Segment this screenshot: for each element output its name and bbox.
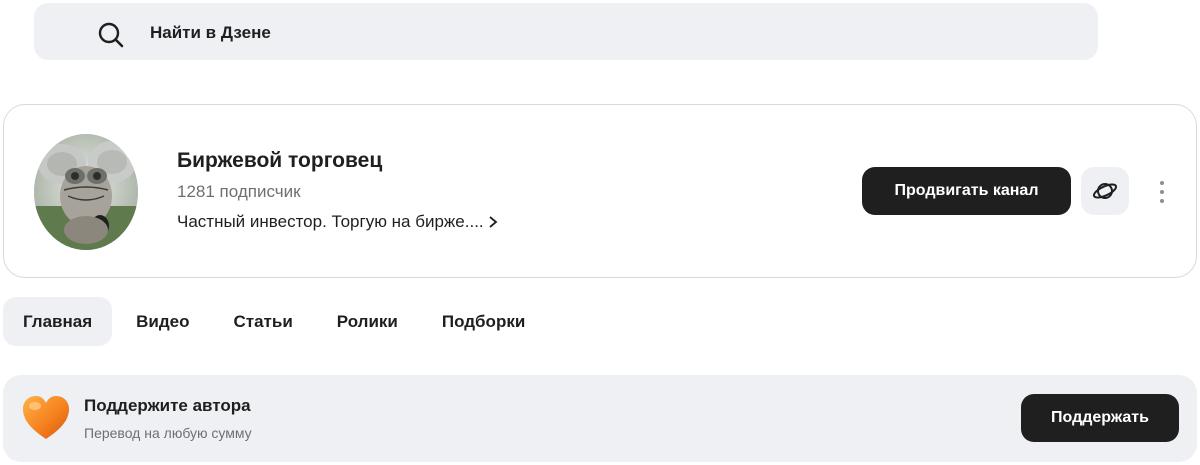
planet-icon bbox=[1092, 183, 1118, 199]
tab-collections[interactable]: Подборки bbox=[422, 297, 545, 346]
channel-title: Биржевой торговец bbox=[177, 149, 383, 172]
avatar-image bbox=[34, 134, 138, 250]
avatar[interactable] bbox=[34, 134, 138, 250]
promote-channel-button[interactable]: Продвигать канал bbox=[862, 167, 1071, 215]
support-banner: Поддержите автора Перевод на любую сумму… bbox=[3, 375, 1197, 462]
more-vertical-icon bbox=[1160, 181, 1164, 185]
support-title: Поддержите автора bbox=[84, 396, 251, 415]
support-subtitle: Перевод на любую сумму bbox=[84, 425, 252, 441]
subscriber-count: 1281 подписчик bbox=[177, 182, 301, 201]
search-placeholder: Найти в Дзене bbox=[150, 23, 271, 42]
tab-main[interactable]: Главная bbox=[3, 297, 113, 346]
chevron-right-icon bbox=[489, 216, 498, 228]
planet-button[interactable] bbox=[1081, 167, 1129, 215]
support-button[interactable]: Поддержать bbox=[1021, 394, 1179, 442]
tab-articles[interactable]: Статьи bbox=[214, 297, 313, 346]
search-icon bbox=[98, 22, 124, 48]
tab-video[interactable]: Видео bbox=[116, 297, 209, 346]
heart-icon bbox=[23, 396, 69, 439]
more-options-button[interactable] bbox=[1151, 177, 1173, 207]
search-input[interactable]: Найти в Дзене bbox=[34, 3, 1098, 60]
channel-card: Биржевой торговец 1281 подписчик Частный… bbox=[3, 104, 1197, 278]
channel-description-text: Частный инвестор. Торгую на бирже.... bbox=[177, 212, 484, 231]
tab-shorts[interactable]: Ролики bbox=[317, 297, 418, 346]
channel-tabs: Главная Видео Статьи Ролики Подборки bbox=[3, 297, 549, 346]
channel-description[interactable]: Частный инвестор. Торгую на бирже.... bbox=[177, 212, 499, 232]
